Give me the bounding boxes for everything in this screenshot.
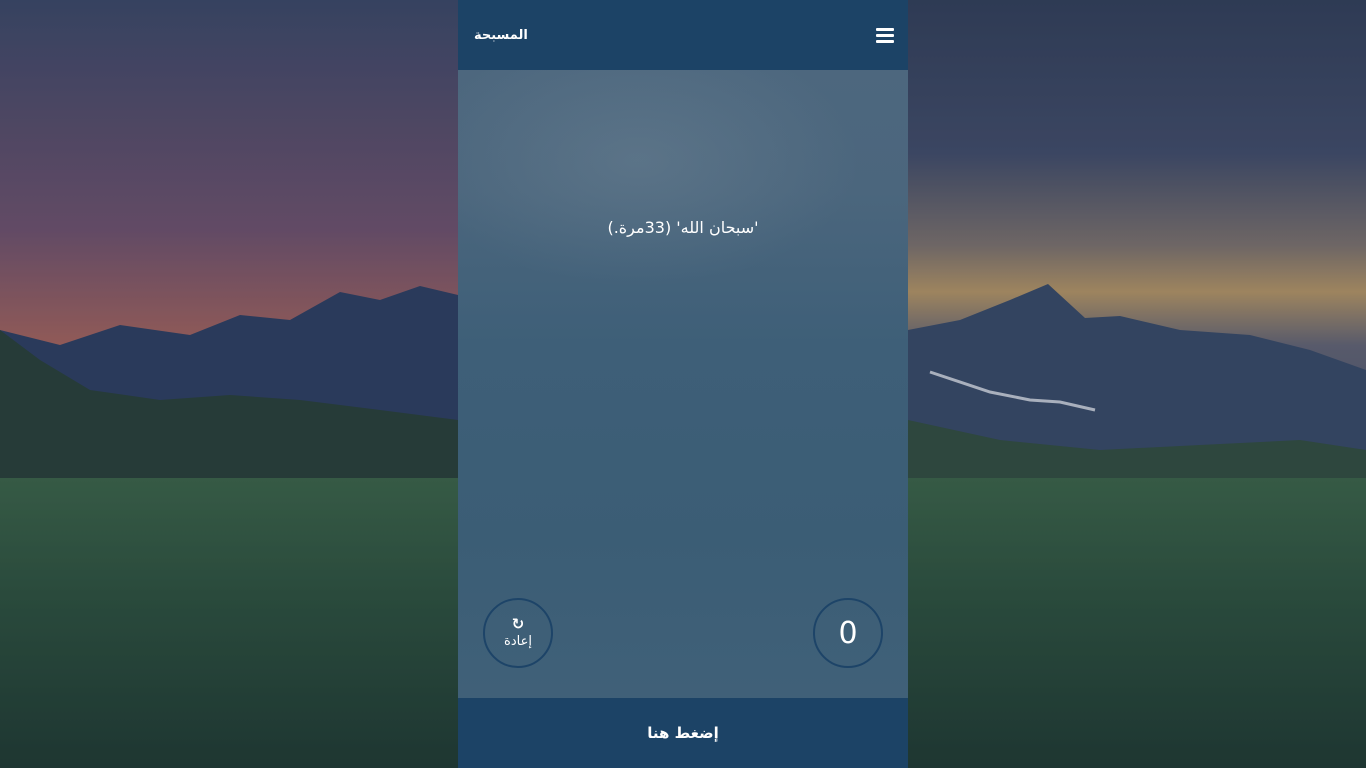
menu-bar-middle	[876, 33, 894, 37]
reset-button[interactable]: ↻ إعادة	[483, 598, 553, 668]
press-here-button[interactable]: إضغط هنا	[458, 698, 908, 768]
refresh-icon: ↻	[511, 614, 525, 633]
app-header: المسبحة	[458, 0, 908, 70]
hamburger-menu-icon[interactable]	[876, 27, 894, 43]
menu-bar-bottom	[876, 39, 894, 43]
counter-value: 0	[838, 615, 858, 651]
dhikr-text: 'سبحان الله' (33مرة.)	[607, 218, 759, 237]
app-title: المسبحة	[474, 27, 528, 43]
counter-display: 0	[813, 598, 883, 668]
tasbih-app-panel: المسبحة 'سبحان الله' (33مرة.) ↻ إعادة 0 …	[458, 0, 908, 768]
reset-label: إعادة	[504, 633, 532, 649]
menu-bar-top	[876, 27, 894, 31]
